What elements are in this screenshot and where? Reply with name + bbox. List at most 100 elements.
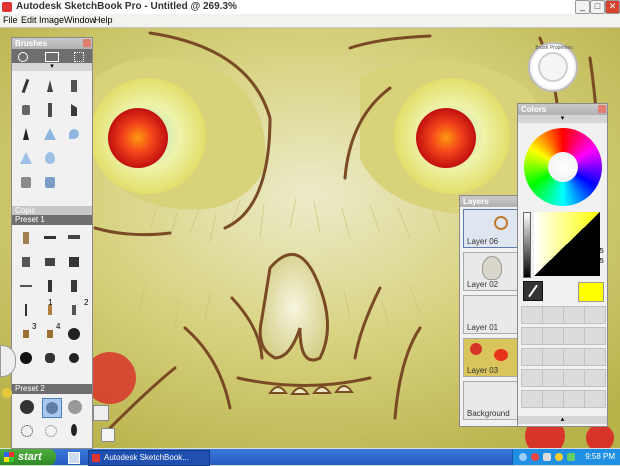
tray-icon[interactable] <box>531 453 539 461</box>
preset1-label[interactable]: Preset 1 <box>12 215 92 225</box>
marker-brush-icon[interactable] <box>66 78 82 94</box>
dots-brush-icon[interactable] <box>66 350 82 366</box>
layer-item[interactable]: Background <box>463 381 518 420</box>
color-puck-icon[interactable] <box>2 388 12 398</box>
dotted-brush-icon[interactable] <box>18 422 34 438</box>
airbrush-icon[interactable] <box>18 102 34 118</box>
color-wheel[interactable] <box>524 128 602 206</box>
splatter-brush-icon[interactable] <box>66 326 82 342</box>
puck-center[interactable] <box>538 52 568 82</box>
chisel-brush-icon[interactable] <box>66 102 82 118</box>
clock[interactable]: 9:58 PM <box>585 452 615 461</box>
colors-collapse-icon[interactable]: ▾ <box>518 115 607 123</box>
copic-section-label[interactable]: Copic <box>12 206 92 215</box>
soft-texture-brush-icon[interactable] <box>66 398 84 416</box>
eyedropper-icon[interactable] <box>523 281 543 301</box>
color-swatch[interactable] <box>584 369 606 387</box>
brush-puck[interactable]: Brush Properties <box>528 42 578 92</box>
copic-cap-icon[interactable] <box>66 278 82 294</box>
copic-square-icon[interactable] <box>66 254 82 270</box>
color-swatch[interactable] <box>521 390 543 408</box>
layer-item[interactable]: Layer 01 <box>463 295 518 334</box>
speckle-brush-icon[interactable] <box>42 422 58 438</box>
color-swatch[interactable] <box>584 390 606 408</box>
custom-tab-icon[interactable] <box>74 52 84 62</box>
layer-item[interactable]: Layer 06 <box>463 209 518 248</box>
copic-fine-icon[interactable] <box>42 230 58 246</box>
copic-block-icon[interactable] <box>42 254 58 270</box>
brushes-close-icon[interactable] <box>83 39 91 47</box>
color-swatch[interactable] <box>584 327 606 345</box>
brightness-slider[interactable] <box>523 212 531 278</box>
colors-expand-icon[interactable]: ▴ <box>518 416 607 424</box>
layer-item[interactable]: Layer 02 <box>463 252 518 291</box>
color-swatch[interactable] <box>563 348 585 366</box>
copic-wide-icon[interactable] <box>66 230 82 246</box>
ink-brush-icon[interactable] <box>18 126 34 142</box>
menu-window[interactable]: Window <box>64 15 96 25</box>
color-swatch[interactable] <box>521 369 543 387</box>
minimize-button[interactable]: _ <box>575 0 590 14</box>
color-swatch[interactable] <box>563 369 585 387</box>
color-swatch[interactable] <box>563 390 585 408</box>
drop-brush-icon[interactable] <box>42 150 58 166</box>
color-swatch[interactable] <box>521 327 543 345</box>
triangle-brush-icon[interactable] <box>42 126 58 142</box>
menu-file[interactable]: File <box>3 15 18 25</box>
color-swatch[interactable] <box>542 390 564 408</box>
preset2-label[interactable]: Preset 2 <box>12 384 92 394</box>
tray-icon[interactable] <box>567 453 575 461</box>
layer-name: Layer 02 <box>467 280 499 289</box>
menu-edit[interactable]: Edit <box>21 15 37 25</box>
menu-image[interactable]: Image <box>39 15 64 25</box>
fill-bucket-icon[interactable] <box>18 174 34 190</box>
color-swatch[interactable] <box>521 348 543 366</box>
brush-tool-icon[interactable] <box>93 405 109 421</box>
tray-icon[interactable] <box>543 453 551 461</box>
copic-bullet-icon[interactable] <box>18 254 34 270</box>
colors-panel-title: Colors <box>518 104 607 115</box>
smudge-brush-icon[interactable] <box>66 126 82 142</box>
blob-brush-icon[interactable] <box>18 350 34 366</box>
paintbrush-icon[interactable] <box>42 102 58 118</box>
layer-thumbnail <box>494 216 508 230</box>
colors-close-icon[interactable] <box>598 105 606 113</box>
layer-item[interactable]: Layer 03 <box>463 338 518 377</box>
spatter-brush-icon[interactable] <box>42 350 58 366</box>
copic-brush2-icon[interactable] <box>66 302 82 318</box>
color-swatch[interactable] <box>563 306 585 324</box>
color-swatch[interactable] <box>542 327 564 345</box>
close-button[interactable]: ✕ <box>605 0 620 14</box>
color-swatch[interactable] <box>584 306 606 324</box>
library-tab-icon[interactable] <box>45 52 59 62</box>
taskbar-app-button[interactable]: Autodesk SketchBook... <box>88 450 210 466</box>
quicklaunch-icon[interactable] <box>68 452 80 464</box>
copic-stripe-icon[interactable] <box>18 278 34 294</box>
texture-brush-icon[interactable] <box>18 398 36 416</box>
brush-tab-icon[interactable] <box>18 52 28 62</box>
blur-brush-icon[interactable] <box>18 150 34 166</box>
copic-marker-icon[interactable] <box>18 230 34 246</box>
maximize-button[interactable]: □ <box>590 0 605 14</box>
selected-texture-brush-icon[interactable] <box>42 398 62 418</box>
color-swatch[interactable] <box>584 348 606 366</box>
color-swatch[interactable] <box>542 369 564 387</box>
saturation-triangle[interactable] <box>534 212 600 276</box>
tray-icon[interactable] <box>555 453 563 461</box>
color-swatch[interactable] <box>542 348 564 366</box>
pen-brush-icon[interactable] <box>42 78 58 94</box>
menu-help[interactable]: Help <box>94 15 113 25</box>
copic-thin-icon[interactable] <box>18 302 34 318</box>
document-tool-icon[interactable] <box>101 428 115 442</box>
eraser-bucket-icon[interactable] <box>42 174 58 190</box>
current-color-swatch[interactable] <box>578 282 604 302</box>
pencil-brush-icon[interactable] <box>18 78 34 94</box>
collapse-arrow-icon[interactable]: ▾ <box>12 63 92 71</box>
tray-icon[interactable] <box>519 453 527 461</box>
color-swatch[interactable] <box>542 306 564 324</box>
oval-brush-icon[interactable] <box>66 422 82 438</box>
color-swatch[interactable] <box>563 327 585 345</box>
start-button[interactable]: start <box>0 449 56 465</box>
copic-tip-icon[interactable] <box>42 278 58 294</box>
color-swatch[interactable] <box>521 306 543 324</box>
